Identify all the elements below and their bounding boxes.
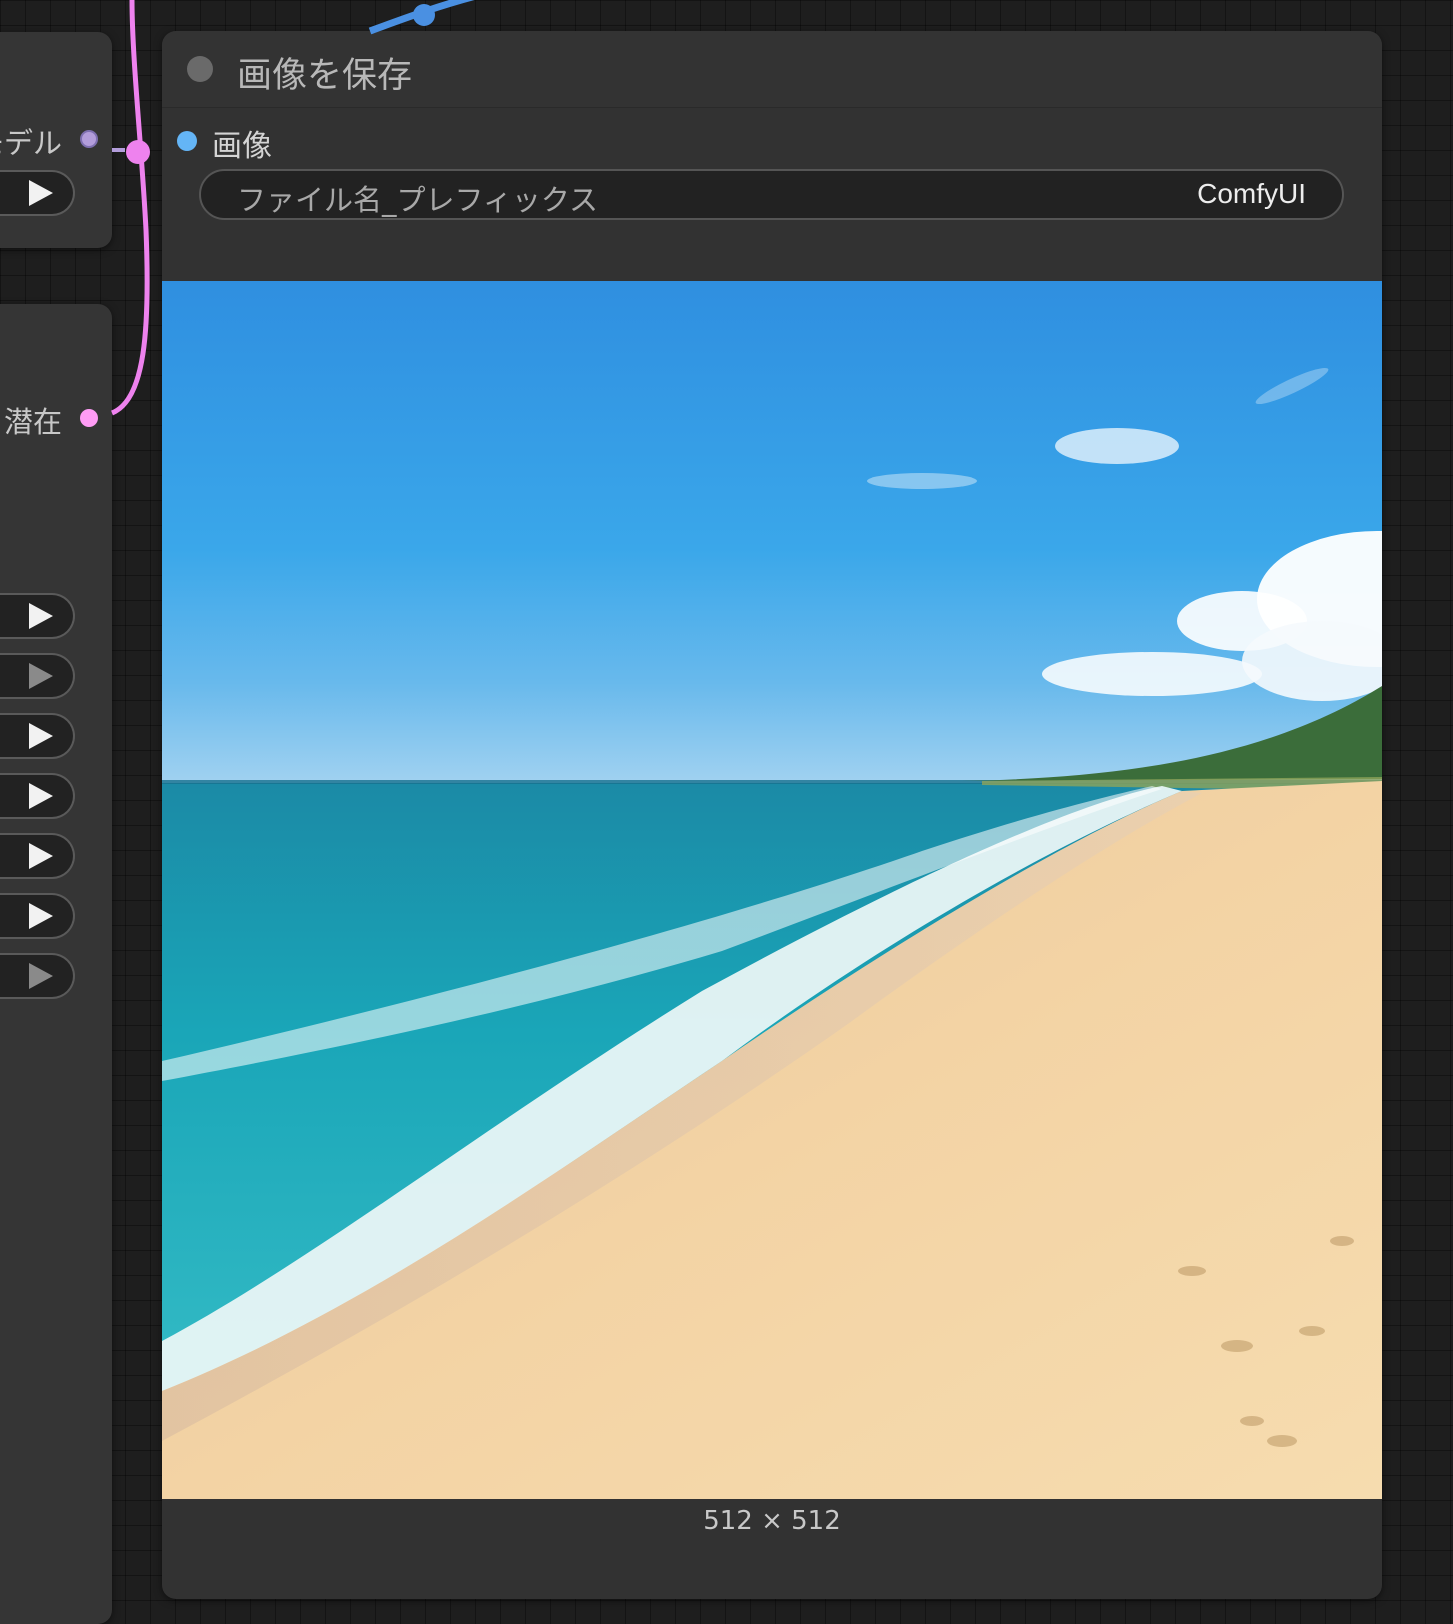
left-widget-button-6[interactable] — [0, 893, 75, 939]
left-widget-button-2[interactable] — [0, 653, 75, 699]
play-icon — [29, 843, 53, 869]
left-top-run-button[interactable] — [0, 170, 75, 216]
left-widget-button-4[interactable] — [0, 773, 75, 819]
image-preview[interactable] — [162, 281, 1382, 1499]
latent-output-port[interactable] — [80, 409, 98, 427]
latent-link-midpoint — [126, 140, 150, 164]
latent-link-wire — [110, 0, 150, 416]
left-widget-button-3[interactable] — [0, 713, 75, 759]
filename-prefix-field[interactable]: ファイル名_プレフィックス ComfyUI — [199, 169, 1344, 220]
play-icon — [29, 603, 53, 629]
play-icon — [29, 180, 53, 206]
left-widget-button-1[interactable] — [0, 593, 75, 639]
beach-image — [162, 367, 1382, 1499]
left-widget-button-5[interactable] — [0, 833, 75, 879]
filename-prefix-value: ComfyUI — [1197, 178, 1306, 209]
play-icon — [29, 783, 53, 809]
image-size-caption: 512 × 512 — [703, 1506, 841, 1536]
model-output-label: モデル — [0, 126, 62, 160]
status-dot-icon — [187, 56, 213, 82]
play-icon — [29, 663, 53, 689]
left-widget-button-7[interactable] — [0, 953, 75, 999]
image-input-label: 画像 — [212, 129, 272, 164]
image-input-port[interactable] — [177, 131, 197, 151]
save-image-node[interactable]: 画像を保存 画像 ファイル名_プレフィックス ComfyUI 512 × 512 — [162, 31, 1382, 1599]
filename-prefix-label: ファイル名_プレフィックス — [237, 183, 599, 217]
node-title: 画像を保存 — [237, 56, 413, 96]
play-icon — [29, 723, 53, 749]
play-icon — [29, 963, 53, 989]
play-icon — [29, 903, 53, 929]
image-link-wire — [368, 0, 475, 35]
model-output-port[interactable] — [80, 130, 98, 148]
node-title-bar[interactable]: 画像を保存 — [162, 31, 1382, 108]
image-link-reroute-dot — [413, 4, 435, 26]
latent-output-label: 潜在 — [3, 405, 62, 439]
